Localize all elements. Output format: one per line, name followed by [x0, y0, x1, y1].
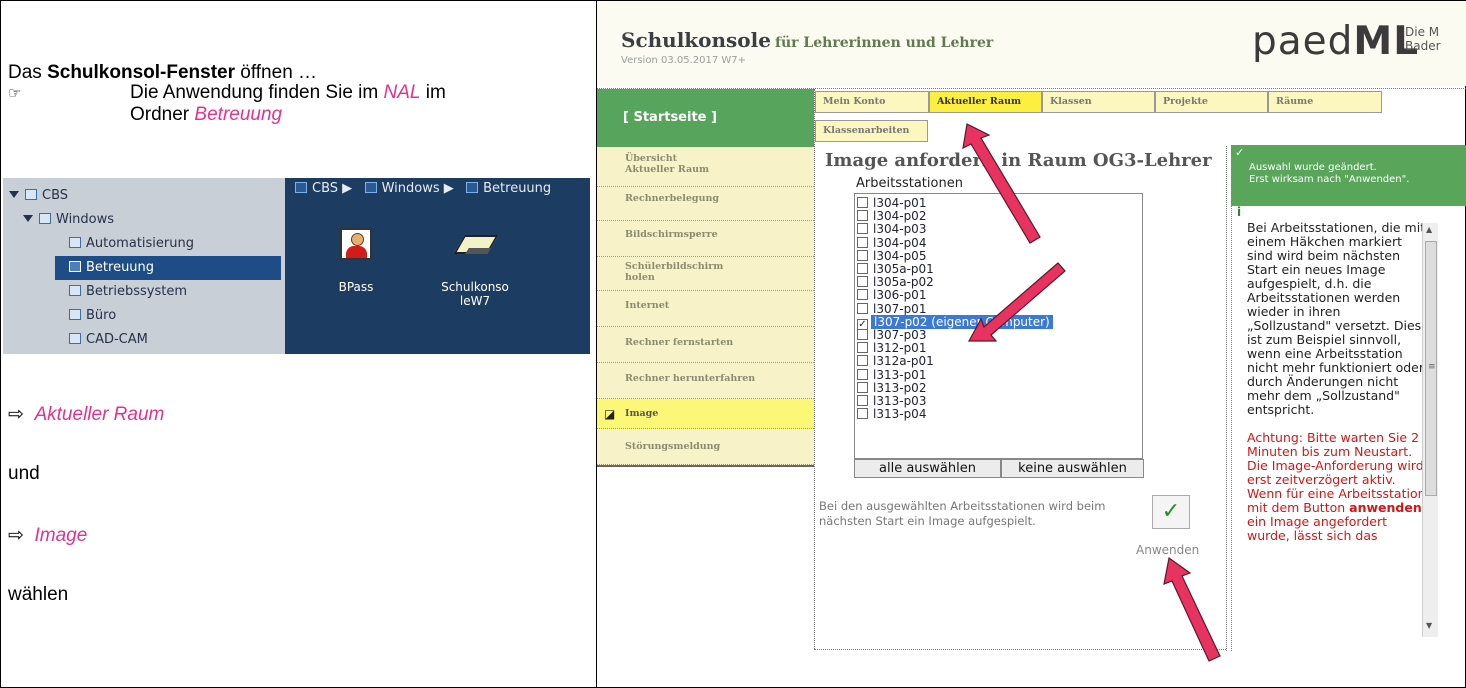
breadcrumb-cbs[interactable]: CBS — [312, 181, 338, 196]
folder-icon — [39, 213, 51, 224]
step-image: ⇨ Image — [8, 525, 88, 546]
instruction-heading: Das Schulkonsol-Fenster öffnen … — [8, 62, 318, 83]
arrow-to-tab-icon — [962, 123, 1041, 244]
arrow-to-apply-icon — [1163, 556, 1221, 662]
tree-item-betriebssystem[interactable]: Betriebssystem — [69, 280, 187, 304]
folder-icon — [69, 333, 81, 344]
choose-text: wählen — [8, 584, 69, 605]
folder-icon — [69, 261, 81, 272]
heading-bold: Schulkonsol-Fenster — [47, 62, 235, 83]
app-schulkonsole[interactable]: Schulkonso leW7 — [430, 228, 520, 308]
tree-item-betreuung[interactable]: Betreuung — [55, 256, 281, 280]
arrow-to-station-icon — [967, 262, 1066, 342]
tree-item-automatisierung[interactable]: Automatisierung — [69, 232, 194, 256]
folder-icon — [364, 182, 377, 193]
schulkonsole-icon — [457, 228, 493, 258]
annotation-arrows — [962, 123, 1221, 662]
hint-text: Die Anwendung finden Sie im NAL im Ordne… — [130, 82, 446, 125]
breadcrumb-betreuung[interactable]: Betreuung — [483, 181, 551, 196]
pointing-hand-icon: ☞ — [8, 85, 22, 102]
breadcrumb-windows[interactable]: Windows — [382, 181, 440, 196]
folder-icon — [69, 309, 81, 320]
right-arrow-icon: ⇨ — [8, 404, 24, 425]
step-aktueller-raum: ⇨ Aktueller Raum — [8, 404, 165, 425]
app-bpass[interactable]: BPass — [311, 228, 401, 294]
and-text: und — [8, 463, 40, 484]
expand-icon — [23, 215, 33, 222]
nal-tree: CBS Windows Automatisierung Betreuung Be… — [3, 178, 285, 354]
nal-breadcrumb: CBS ▶ Windows ▶ Betreuung — [285, 178, 590, 208]
tree-item-buero[interactable]: Büro — [69, 304, 116, 328]
tree-item-windows[interactable]: Windows — [23, 208, 114, 232]
bpass-user-icon — [340, 228, 372, 260]
schulkonsole-window: Schulkonsole für Lehrerinnen und Lehrer V… — [597, 1, 1466, 688]
folder-icon — [69, 237, 81, 248]
right-arrow-icon: ⇨ — [8, 525, 24, 546]
folder-icon — [295, 182, 307, 193]
folder-icon — [69, 285, 81, 296]
folder-icon — [25, 189, 37, 200]
tree-item-cbs[interactable]: CBS — [9, 184, 68, 208]
folder-icon — [466, 182, 479, 193]
tree-item-cad-cam[interactable]: CAD-CAM — [69, 328, 148, 352]
nal-screenshot: CBS Windows Automatisierung Betreuung Be… — [3, 178, 590, 354]
expand-icon — [9, 191, 19, 198]
